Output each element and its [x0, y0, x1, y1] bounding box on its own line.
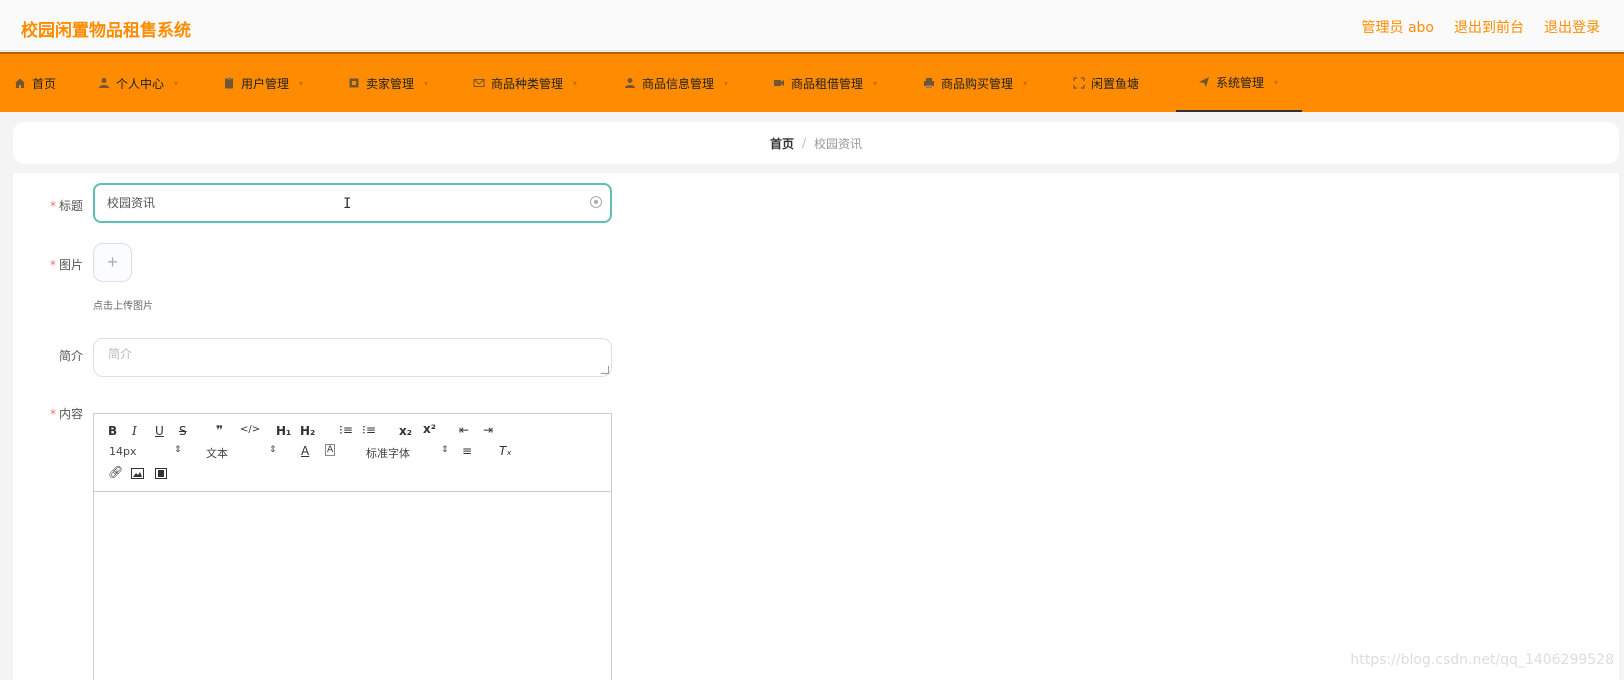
person-icon — [625, 78, 635, 88]
nav-item-users[interactable]: 用户管理 ▾ — [223, 54, 303, 112]
outdent-icon[interactable]: ⇤ — [459, 423, 469, 437]
align-icon[interactable]: ≡ — [462, 444, 472, 458]
chevron-down-icon: ▾ — [1023, 78, 1028, 88]
underline-icon[interactable]: U — [155, 424, 164, 438]
superscript-icon[interactable]: x² — [423, 422, 436, 436]
chevron-down-icon: ▾ — [174, 78, 179, 88]
nav-label: 系统管理 — [1216, 75, 1265, 90]
nav-label: 商品租借管理 — [791, 76, 864, 91]
nav-item-purchases[interactable]: 商品购买管理 ▾ — [923, 54, 1027, 112]
header-select[interactable]: 文本 ⇕ — [206, 445, 281, 461]
code-icon[interactable]: </> — [240, 424, 260, 435]
nav-label: 商品信息管理 — [642, 76, 715, 91]
select-arrows-icon: ⇕ — [441, 445, 449, 455]
nav-label: 卖家管理 — [366, 76, 415, 91]
chevron-down-icon: ▾ — [299, 78, 304, 88]
intro-placeholder: 简介 — [108, 347, 133, 361]
link-icon[interactable]: 🔗︎ — [108, 465, 123, 479]
bullet-list-icon[interactable]: ⁝≡ — [362, 423, 376, 437]
font-color-icon[interactable]: A — [301, 444, 309, 458]
background-color-icon[interactable]: A — [325, 444, 336, 456]
resize-grip-icon[interactable] — [601, 366, 609, 374]
app-title: 校园闲置物品租售系统 — [21, 21, 191, 41]
h2-icon[interactable]: H₂ — [300, 424, 315, 438]
nav-label: 商品种类管理 — [491, 76, 564, 91]
plus-icon: + — [107, 252, 118, 272]
back-to-front-link[interactable]: 退出到前台 — [1454, 17, 1524, 37]
blockquote-icon[interactable]: ❞ — [216, 423, 223, 437]
indent-icon[interactable]: ⇥ — [483, 423, 493, 437]
intro-textarea[interactable]: 简介 — [93, 338, 612, 377]
printer-icon — [924, 78, 934, 88]
editor-content-area[interactable] — [94, 492, 611, 680]
watermark: https://blog.csdn.net/qq_1406299528 — [1350, 652, 1614, 668]
chevron-down-icon: ▾ — [1274, 77, 1279, 87]
title-label: * 标题 — [49, 199, 83, 213]
nav-label: 个人中心 — [116, 76, 165, 91]
font-family-select[interactable]: 标准字体 ⇕ — [366, 445, 456, 461]
nav-item-rentals[interactable]: 商品租借管理 ▾ — [773, 54, 877, 112]
nav-label: 商品购买管理 — [941, 76, 1014, 91]
top-links: 管理员 abo 退出到前台 退出登录 — [1362, 17, 1600, 37]
top-header: 校园闲置物品租售系统 管理员 abo 退出到前台 退出登录 — [0, 0, 1624, 51]
nav-label: 用户管理 — [241, 76, 290, 91]
upload-tip: 点击上传图片 — [93, 301, 153, 312]
image-icon[interactable] — [131, 468, 144, 479]
nav-item-categories[interactable]: 商品种类管理 ▾ — [473, 54, 577, 112]
italic-icon[interactable]: I — [132, 424, 137, 438]
nav-item-home[interactable]: 首页 — [14, 54, 56, 112]
chevron-down-icon: ▾ — [724, 78, 729, 88]
video-icon[interactable] — [155, 468, 167, 479]
video-icon — [774, 80, 784, 86]
home-icon — [15, 78, 25, 88]
chevron-down-icon: ▾ — [573, 78, 578, 88]
ordered-list-icon[interactable]: ⁝≡ — [339, 423, 353, 437]
image-upload-button[interactable]: + — [93, 243, 132, 282]
main-nav: 首页 个人中心 ▾ 用户管理 ▾ 卖家管理 ▾ 商品种类管理 ▾ 商品信息管理 … — [0, 52, 1624, 112]
select-arrows-icon: ⇕ — [174, 445, 182, 455]
nav-item-sellers[interactable]: 卖家管理 ▾ — [348, 54, 428, 112]
intro-label: 简介 — [58, 349, 83, 363]
strike-icon[interactable]: S — [179, 424, 187, 438]
image-label: * 图片 — [49, 258, 83, 272]
h1-icon[interactable]: H₁ — [276, 424, 291, 438]
clipboard-icon — [225, 77, 233, 89]
send-icon — [1199, 77, 1209, 87]
text-cursor-icon: I — [343, 196, 352, 212]
mail-icon — [473, 79, 485, 87]
content-label: * 内容 — [49, 407, 83, 421]
select-arrows-icon: ⇕ — [269, 445, 277, 455]
breadcrumb-home[interactable]: 首页 — [770, 135, 794, 152]
frame-icon — [1073, 77, 1085, 89]
chevron-down-icon: ▾ — [873, 78, 878, 88]
title-input[interactable]: 校园资讯 — [93, 183, 612, 223]
logout-link[interactable]: 退出登录 — [1544, 17, 1600, 37]
rich-text-editor: B I U S ❞ </> H₁ H₂ ⁝≡ ⁝≡ x₂ x² ⇤ ⇥ 14px… — [93, 413, 612, 680]
breadcrumb-current: 校园资讯 — [814, 136, 863, 151]
chevron-down-icon: ▾ — [424, 78, 429, 88]
breadcrumb-separator: / — [801, 136, 807, 150]
store-icon — [349, 78, 359, 88]
nav-label: 首页 — [32, 76, 57, 91]
clear-icon[interactable] — [590, 196, 602, 208]
nav-item-goods-info[interactable]: 商品信息管理 ▾ — [624, 54, 728, 112]
clear-format-icon[interactable]: Tₓ — [499, 444, 512, 458]
breadcrumb: 首页 / 校园资讯 — [13, 122, 1619, 164]
nav-item-fishpond[interactable]: 闲置鱼塘 — [1073, 54, 1139, 112]
nav-item-system[interactable]: 系统管理 ▾ — [1176, 54, 1302, 112]
nav-label: 闲置鱼塘 — [1091, 76, 1140, 91]
required-mark: * — [49, 199, 56, 213]
editor-toolbar: B I U S ❞ </> H₁ H₂ ⁝≡ ⁝≡ x₂ x² ⇤ ⇥ 14px… — [94, 414, 611, 492]
bold-icon[interactable]: B — [108, 424, 117, 438]
subscript-icon[interactable]: x₂ — [399, 424, 412, 438]
nav-item-personal[interactable]: 个人中心 ▾ — [98, 54, 178, 112]
user-icon — [99, 78, 109, 88]
admin-label[interactable]: 管理员 abo — [1362, 17, 1434, 37]
font-size-select[interactable]: 14px ⇕ — [109, 445, 184, 458]
required-mark: * — [49, 258, 56, 272]
required-mark: * — [49, 407, 56, 421]
